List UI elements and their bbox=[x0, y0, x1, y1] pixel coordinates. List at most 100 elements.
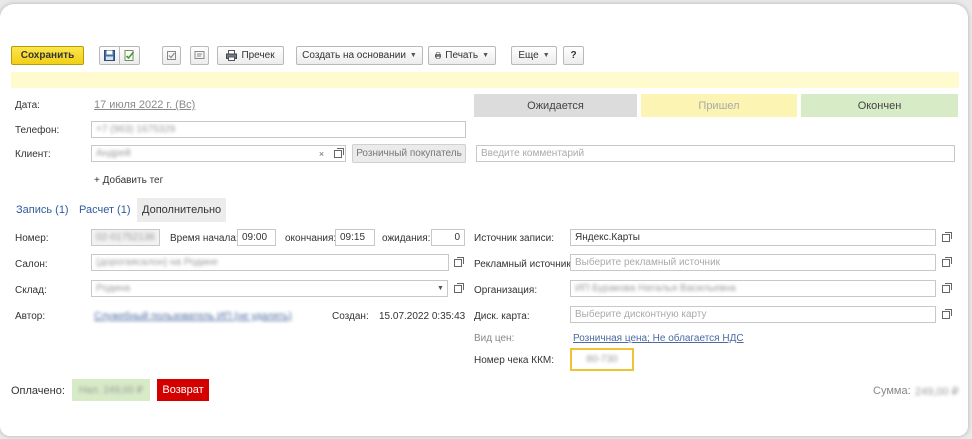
write-button[interactable] bbox=[99, 46, 119, 65]
price-type-label: Вид цен: bbox=[474, 333, 515, 344]
open-icon[interactable] bbox=[331, 145, 344, 162]
end-time-label: окончания: bbox=[285, 233, 337, 244]
save-label: Сохранить bbox=[20, 50, 75, 61]
warehouse-label: Склад: bbox=[15, 285, 47, 296]
help-label: ? bbox=[570, 50, 577, 61]
tab-calculation-label: Расчет (1) bbox=[79, 204, 131, 216]
more-label: Еще bbox=[518, 50, 539, 61]
status-arrived-button[interactable]: Пришел bbox=[641, 94, 797, 117]
receipt-number-label: Номер чека ККМ: bbox=[474, 355, 555, 366]
print-label: Печать bbox=[445, 50, 479, 61]
salon-open-icon[interactable] bbox=[451, 254, 464, 271]
discount-card-placeholder: Выберите дисконтную карту bbox=[575, 309, 707, 320]
status-waiting-button[interactable]: Ожидается bbox=[474, 94, 637, 117]
status-finished-button[interactable]: Окончен bbox=[801, 94, 958, 117]
ad-source-label: Рекламный источник: bbox=[474, 259, 574, 270]
source-label: Источник записи: bbox=[474, 233, 554, 244]
wait-field[interactable]: 0 bbox=[431, 229, 465, 246]
phone-field[interactable]: +7 (963) 1675329 bbox=[91, 121, 466, 138]
price-type-link[interactable]: Розничная цена; Не облагается НДС bbox=[573, 333, 744, 344]
source-value: Яндекс.Карты bbox=[575, 232, 640, 243]
salon-label: Салон: bbox=[15, 259, 48, 270]
client-label: Клиент: bbox=[15, 149, 51, 160]
precheck-label: Пречек bbox=[241, 50, 275, 61]
clear-icon[interactable]: × bbox=[315, 145, 328, 162]
precheck-button[interactable]: Пречек bbox=[217, 46, 284, 65]
date-label: Дата: bbox=[15, 100, 40, 111]
save-button[interactable]: Сохранить bbox=[11, 46, 84, 65]
printer-icon bbox=[226, 50, 238, 61]
warehouse-field[interactable]: Родина bbox=[91, 280, 448, 297]
receipt-number-value: 80-730 bbox=[586, 354, 618, 365]
floppy-disk-icon bbox=[104, 50, 115, 61]
created-value: 15.07.2022 0:35:43 bbox=[379, 311, 466, 322]
more-button[interactable]: Еще ▼ bbox=[511, 46, 557, 65]
warehouse-dropdown-icon[interactable]: ▼ bbox=[434, 280, 447, 297]
client-field[interactable]: Андрей bbox=[91, 145, 346, 162]
message-icon bbox=[194, 51, 205, 59]
warehouse-open-icon[interactable] bbox=[451, 280, 464, 297]
comment-placeholder: Введите комментарий bbox=[481, 148, 585, 159]
comment-input[interactable]: Введите комментарий bbox=[476, 145, 955, 162]
start-time-field[interactable]: 09:00 bbox=[237, 229, 276, 246]
checklist-button[interactable] bbox=[162, 46, 181, 65]
refund-button[interactable]: Возврат bbox=[157, 379, 209, 401]
paid-label: Оплачено: bbox=[11, 385, 65, 397]
receipt-number-field[interactable]: 80-730 bbox=[570, 348, 634, 371]
chevron-down-icon: ▼ bbox=[409, 52, 417, 59]
discount-card-field[interactable]: Выберите дисконтную карту bbox=[570, 306, 936, 323]
paid-value-badge: Нал. 249,00 ₽ bbox=[72, 379, 150, 401]
number-value: 02-01752136 bbox=[96, 232, 155, 243]
end-time-field[interactable]: 09:15 bbox=[335, 229, 375, 246]
phone-value: +7 (963) 1675329 bbox=[96, 124, 176, 135]
create-based-on-label: Создать на основании bbox=[302, 50, 406, 61]
organization-open-icon[interactable] bbox=[939, 280, 952, 297]
organization-field[interactable]: ИП Буракова Наталья Васильевна bbox=[570, 280, 936, 297]
retail-buyer-label: Розничный покупатель bbox=[356, 148, 462, 159]
wait-label: ожидания: bbox=[382, 233, 431, 244]
create-based-on-button[interactable]: Создать на основании ▼ bbox=[296, 46, 423, 65]
discount-card-open-icon[interactable] bbox=[939, 306, 952, 323]
author-link[interactable]: Служебный пользователь ИП (не удалять) bbox=[94, 311, 292, 322]
organization-label: Организация: bbox=[474, 285, 538, 296]
created-label: Создан: bbox=[332, 311, 369, 322]
tab-calculation[interactable]: Расчет (1) bbox=[74, 198, 136, 222]
document-window: Сохранить Пречек Создать на основании ▼ … bbox=[0, 4, 968, 436]
salon-value: (дорогаясалон) на Родине bbox=[96, 257, 218, 268]
document-post-icon bbox=[124, 50, 135, 61]
refund-label: Возврат bbox=[162, 384, 204, 396]
ad-source-field[interactable]: Выберите рекламный источник bbox=[570, 254, 936, 271]
discount-card-label: Диск. карта: bbox=[474, 311, 530, 322]
ad-source-placeholder: Выберите рекламный источник bbox=[575, 257, 721, 268]
add-tag-link[interactable]: + Добавить тег bbox=[94, 175, 163, 186]
chevron-down-icon: ▼ bbox=[542, 52, 550, 59]
date-link[interactable]: 17 июля 2022 г. (Вс) bbox=[94, 99, 195, 111]
tab-record-label: Запись (1) bbox=[16, 204, 69, 216]
phone-label: Телефон: bbox=[15, 125, 60, 136]
tab-record[interactable]: Запись (1) bbox=[11, 198, 74, 222]
print-button[interactable]: Печать ▼ bbox=[428, 46, 496, 65]
salon-field[interactable]: (дорогаясалон) на Родине bbox=[91, 254, 449, 271]
help-button[interactable]: ? bbox=[563, 46, 584, 65]
status-finished-label: Окончен bbox=[857, 99, 902, 112]
author-label: Автор: bbox=[15, 311, 46, 322]
comment-button[interactable] bbox=[190, 46, 209, 65]
number-label: Номер: bbox=[15, 233, 49, 244]
number-field[interactable]: 02-01752136 bbox=[91, 229, 160, 246]
client-value: Андрей bbox=[96, 148, 131, 159]
status-arrived-label: Пришел bbox=[698, 99, 740, 112]
ad-source-open-icon[interactable] bbox=[939, 254, 952, 271]
source-field[interactable]: Яндекс.Карты bbox=[570, 229, 936, 246]
printer-icon bbox=[435, 52, 442, 59]
tab-additional-label: Дополнительно bbox=[142, 204, 222, 216]
retail-buyer-button[interactable]: Розничный покупатель bbox=[352, 144, 466, 163]
wait-value: 0 bbox=[454, 232, 460, 243]
info-strip bbox=[11, 72, 959, 88]
source-open-icon[interactable] bbox=[939, 229, 952, 246]
tab-additional[interactable]: Дополнительно bbox=[137, 198, 227, 222]
post-and-close-button[interactable] bbox=[119, 46, 140, 65]
paid-value: Нал. 249,00 ₽ bbox=[79, 384, 143, 396]
start-time-label: Время начала: bbox=[170, 233, 239, 244]
sum-label: Сумма: bbox=[873, 385, 911, 397]
checkbox-icon bbox=[167, 51, 176, 60]
